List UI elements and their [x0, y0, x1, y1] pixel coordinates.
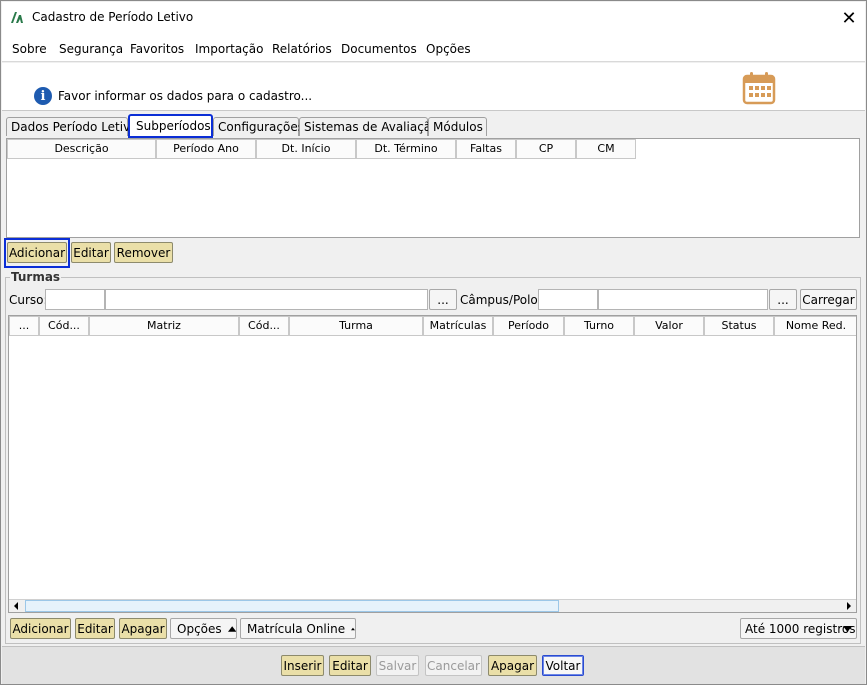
menu-sobre[interactable]: Sobre [12, 42, 47, 56]
column-header-cm[interactable]: CM [576, 139, 636, 159]
footer-inserir-button[interactable]: Inserir [281, 655, 324, 676]
column-header-cod-turma[interactable]: Cód... [239, 316, 289, 336]
column-header-nome-red[interactable]: Nome Red. [774, 316, 856, 336]
menu-importacao[interactable]: Importação [195, 42, 263, 56]
menu-favoritos[interactable]: Favoritos [130, 42, 184, 56]
curso-code-input[interactable] [45, 289, 105, 310]
campus-browse-button[interactable]: ... [769, 289, 797, 310]
menu-relatorios[interactable]: Relatórios [272, 42, 332, 56]
info-icon-glyph: i [40, 88, 46, 104]
footer-salvar-button[interactable]: Salvar [376, 655, 419, 676]
app-window: Cadastro de Período Letivo ✕ Sobre Segur… [0, 0, 867, 685]
turmas-legend: Turmas [10, 270, 62, 284]
column-header-periodo[interactable]: Período [493, 316, 564, 336]
info-area [2, 63, 865, 111]
campus-code-input[interactable] [538, 289, 598, 310]
curso-label: Curso: [9, 293, 48, 307]
column-header-valor[interactable]: Valor [634, 316, 704, 336]
tab-sistemas-de-avaliacao[interactable]: Sistemas de Avaliação [299, 117, 439, 136]
column-header-cod-matriz[interactable]: Cód... [39, 316, 89, 336]
column-header-faltas[interactable]: Faltas [456, 139, 516, 159]
scroll-left-icon[interactable] [11, 601, 21, 611]
info-message: Favor informar os dados para o cadastro.… [58, 89, 313, 103]
turma-delete-button[interactable]: Apagar [119, 618, 167, 639]
campus-label: Câmpus/Polo: [460, 293, 542, 307]
curso-browse-button[interactable]: ... [429, 289, 457, 310]
footer-editar-button[interactable]: Editar [329, 655, 371, 676]
column-header-dt-inicio[interactable]: Dt. Início [256, 139, 356, 159]
scrollbar-thumb[interactable] [25, 600, 559, 612]
window-title: Cadastro de Período Letivo [32, 10, 194, 24]
caret-up-icon [351, 627, 355, 630]
info-icon: i [34, 87, 52, 105]
campus-name-input[interactable] [598, 289, 768, 310]
turmas-grid: ... Cód... Matriz Cód... Turma Matrícula… [8, 315, 857, 613]
scroll-right-icon[interactable] [844, 601, 854, 611]
calendar-icon [742, 72, 776, 105]
subperiodos-grid: Descrição Período Ano Dt. Início Dt. Tér… [6, 138, 860, 238]
column-header-turno[interactable]: Turno [564, 316, 634, 336]
column-header-dt-termino[interactable]: Dt. Término [356, 139, 456, 159]
matricula-online-dropdown[interactable]: Matrícula Online [240, 618, 356, 639]
column-header-select[interactable]: ... [9, 316, 39, 336]
column-header-status[interactable]: Status [704, 316, 774, 336]
column-header-periodo-ano[interactable]: Período Ano [156, 139, 256, 159]
tab-subperiodos[interactable]: Subperíodos [128, 114, 213, 138]
app-logo-icon [11, 12, 23, 23]
tab-modulos[interactable]: Módulos [428, 117, 487, 136]
close-icon: ✕ [841, 7, 857, 29]
column-header-descricao[interactable]: Descrição [7, 139, 156, 159]
tab-dados-periodo-letivo[interactable]: Dados Período Letivo [6, 117, 138, 136]
carregar-button[interactable]: Carregar [800, 289, 857, 310]
footer-apagar-button[interactable]: Apagar [488, 655, 537, 676]
turma-edit-button[interactable]: Editar [75, 618, 115, 639]
menu-opcoes[interactable]: Opções [426, 42, 471, 56]
column-header-turma[interactable]: Turma [289, 316, 423, 336]
turma-add-button[interactable]: Adicionar [10, 618, 71, 639]
tab-configuracoes[interactable]: Configurações [213, 117, 304, 136]
column-header-matriz[interactable]: Matriz [89, 316, 239, 336]
turma-options-label: Opções [177, 621, 222, 636]
menu-documentos[interactable]: Documentos [341, 42, 417, 56]
turma-options-dropdown[interactable]: Opções [170, 618, 237, 639]
curso-name-input[interactable] [105, 289, 428, 310]
records-limit-select[interactable]: Até 1000 registros [740, 618, 857, 639]
subperiodo-edit-button[interactable]: Editar [71, 242, 111, 263]
close-button[interactable]: ✕ [835, 6, 863, 30]
menu-seguranca[interactable]: Segurança [59, 42, 123, 56]
chevron-down-icon [843, 626, 852, 632]
footer-cancelar-button[interactable]: Cancelar [425, 655, 482, 676]
column-header-matriculas[interactable]: Matrículas [423, 316, 493, 336]
footer-voltar-button[interactable]: Voltar [542, 655, 584, 676]
subperiodo-add-button[interactable]: Adicionar [7, 242, 67, 263]
column-header-cp[interactable]: CP [516, 139, 576, 159]
matricula-online-label: Matrícula Online [247, 621, 346, 636]
records-limit-value: Até 1000 registros [745, 621, 856, 636]
caret-up-icon [227, 625, 236, 632]
subperiodo-remove-button[interactable]: Remover [114, 242, 173, 263]
